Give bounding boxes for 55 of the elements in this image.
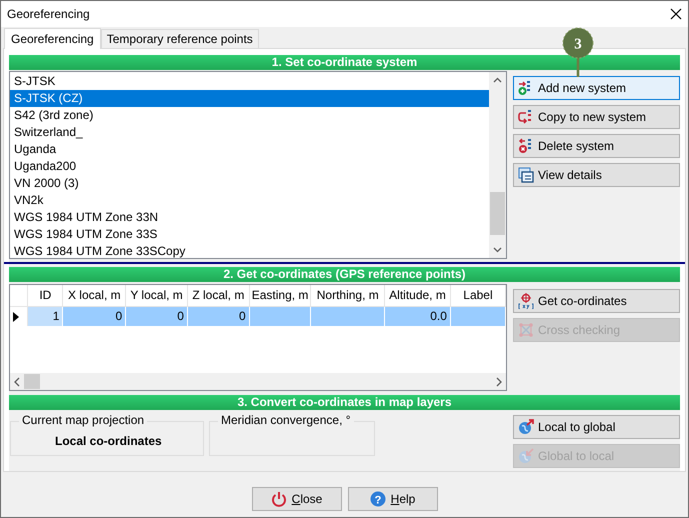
- step-callout: 3: [562, 27, 594, 77]
- column-header[interactable]: Easting, m: [249, 285, 311, 306]
- action-button[interactable]: Local to global: [513, 415, 680, 439]
- table-cell: 0: [177, 309, 184, 324]
- list-item[interactable]: VN 2000 (3): [10, 175, 489, 192]
- action-button[interactable]: Delete system: [513, 134, 680, 158]
- coordinate-system-list[interactable]: S-JTSK S-JTSK (CZ) S42 (3rd zone) Switzerland_ Uganda Uganda200 VN 2000 (3) VN2k WGS 1984 UTM Zone 33N WGS 1984 UTM Zone 33S WGS 1984 UTM Zone 33SCopy: [9, 71, 507, 259]
- list-item[interactable]: WGS 1984 UTM Zone 33S: [10, 226, 489, 243]
- scroll-right-icon[interactable]: [495, 376, 503, 386]
- list-item[interactable]: S-JTSK: [10, 73, 489, 90]
- group-legend: Meridian convergence, °: [218, 413, 354, 427]
- table-cell: 0.0: [430, 309, 447, 324]
- tab[interactable]: Temporary reference points: [100, 29, 259, 48]
- window-details-icon: [518, 167, 534, 183]
- list-item[interactable]: Uganda: [10, 141, 489, 158]
- list-item[interactable]: S42 (3rd zone): [10, 107, 489, 124]
- list-item[interactable]: VN2k: [10, 192, 489, 209]
- action-button[interactable]: View details: [513, 163, 680, 187]
- column-header[interactable]: ID: [28, 285, 63, 306]
- list-item[interactable]: S-JTSK (CZ): [10, 90, 489, 107]
- column-header[interactable]: Z local, m: [187, 285, 250, 306]
- column-header[interactable]: X local, m: [62, 285, 126, 306]
- column-header[interactable]: Y local, m: [126, 285, 188, 306]
- target-coordinates-icon: [518, 293, 534, 309]
- delete-list-icon: [518, 138, 534, 154]
- cross-check-icon: [518, 322, 534, 338]
- table-cell: 0: [115, 309, 122, 324]
- column-header[interactable]: Label: [450, 285, 506, 306]
- list-item[interactable]: WGS 1984 UTM Zone 33N: [10, 209, 489, 226]
- window-title: Georeferencing: [7, 6, 90, 23]
- help-icon: ?: [370, 491, 386, 507]
- copy-list-icon: [518, 109, 534, 125]
- table-cell: 0: [239, 309, 246, 324]
- reference-points-grid[interactable]: ID X local, m Y local, m Z local, m Easting, m Northing, m Altitude, m Label 1 0 0 0 0.0: [9, 284, 507, 391]
- table-cell: 1: [52, 309, 60, 324]
- scrollbar-thumb[interactable]: [490, 192, 505, 235]
- group-legend: Current map projection: [19, 413, 148, 427]
- action-button[interactable]: Copy to new system: [513, 105, 680, 129]
- dialog-button[interactable]: ? Help: [348, 487, 438, 511]
- action-button[interactable]: Get co-ordinates: [513, 289, 680, 313]
- section-header: 3. Convert co-ordinates in map layers: [9, 395, 680, 410]
- section-header: 2. Get co-ordinates (GPS reference points): [9, 267, 680, 282]
- list-item[interactable]: WGS 1984 UTM Zone 33SCopy: [10, 243, 489, 258]
- tab[interactable]: Georeferencing: [4, 28, 101, 49]
- list-item[interactable]: Uganda200: [10, 158, 489, 175]
- list-item[interactable]: Switzerland_: [10, 124, 489, 141]
- column-header[interactable]: Altitude, m: [384, 285, 450, 306]
- scroll-left-icon[interactable]: [13, 376, 21, 386]
- section-header: 1. Set co-ordinate system: [9, 55, 680, 70]
- power-icon: [270, 491, 287, 507]
- close-icon[interactable]: [670, 8, 682, 20]
- scrollbar-thumb[interactable]: [24, 374, 40, 389]
- dialog-button[interactable]: Close: [252, 487, 342, 511]
- action-button[interactable]: Add new system: [513, 76, 680, 100]
- column-header[interactable]: Northing, m: [310, 285, 385, 306]
